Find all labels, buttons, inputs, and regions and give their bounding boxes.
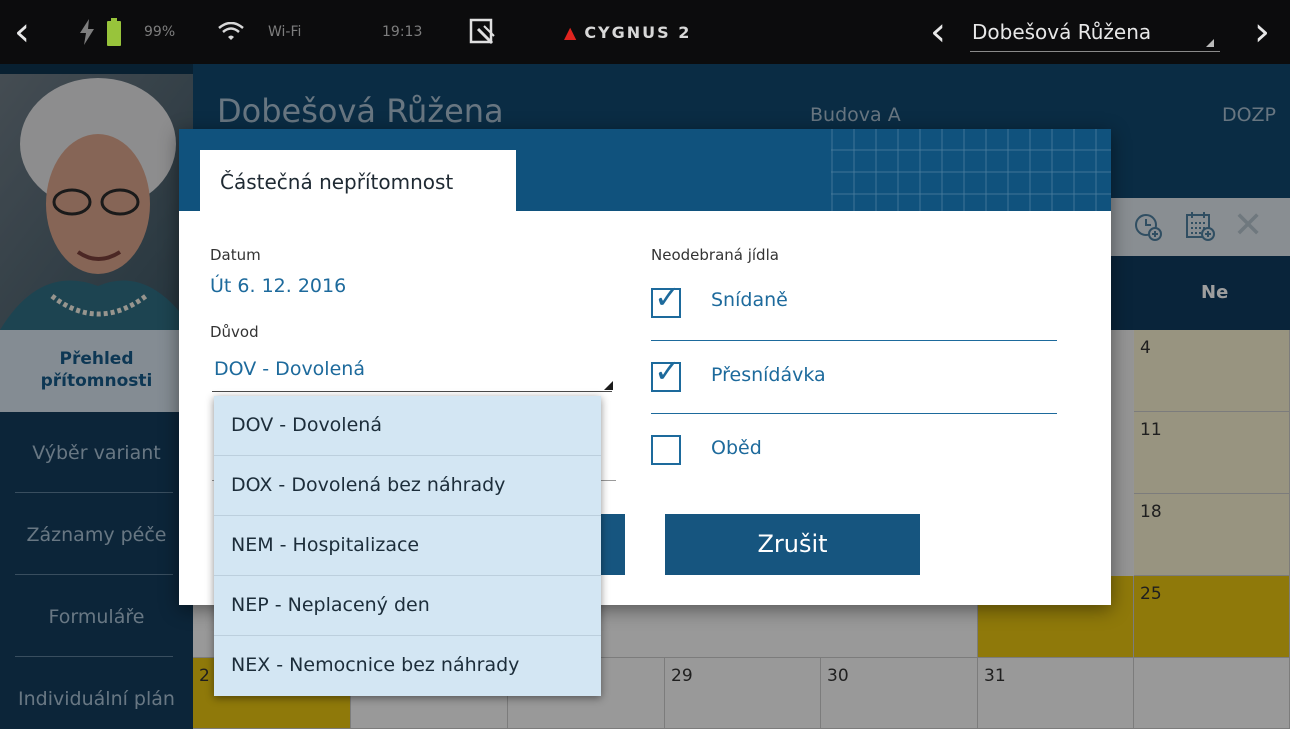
header-pattern (831, 129, 1111, 211)
dropdown-option[interactable]: DOX - Dovolená bez náhrady (214, 456, 601, 516)
top-bar: ‹ 99% Wi-Fi 19:13 ▲ CYGNUS 2 ‹ Dobešová R… (0, 0, 1290, 64)
meals-label: Neodebraná jídla (651, 246, 779, 264)
lunch-label: Oběd (711, 437, 762, 459)
snack-checkbox[interactable]: ✓ (651, 355, 681, 392)
battery-percent: 99% (144, 24, 176, 40)
dropdown-option[interactable]: NEX - Nemocnice bez náhrady (214, 636, 601, 696)
next-patient-chevron-icon[interactable]: › (1254, 0, 1270, 64)
reason-dropdown-list: DOV - Dovolená DOX - Dovolená bez náhrad… (214, 396, 601, 696)
patient-selector-value: Dobešová Růžena (972, 19, 1152, 44)
snack-label: Přesnídávka (711, 364, 826, 386)
dialog-header: Částečná nepřítomnost (179, 129, 1111, 211)
checkmark-icon: ✓ (654, 278, 681, 316)
breakfast-checkbox[interactable]: ✓ (651, 281, 681, 318)
edit-document-icon[interactable] (468, 0, 498, 64)
wifi-label: Wi-Fi (268, 24, 302, 40)
checkmark-icon: ✓ (654, 352, 681, 390)
reason-select-underline (212, 391, 612, 392)
reason-select-value[interactable]: DOV - Dovolená (214, 358, 365, 380)
date-value[interactable]: Út 6. 12. 2016 (210, 275, 346, 297)
lunch-checkbox[interactable] (651, 435, 681, 465)
cancel-button[interactable]: Zrušit (665, 514, 920, 575)
charging-icon (78, 0, 96, 64)
clock-time: 19:13 (382, 24, 423, 40)
wifi-icon (218, 0, 244, 64)
dropdown-option[interactable]: NEM - Hospitalizace (214, 516, 601, 576)
battery-icon (106, 0, 122, 64)
dropdown-option[interactable]: NEP - Neplacený den (214, 576, 601, 636)
logo-text: CYGNUS 2 (584, 22, 692, 42)
meal-divider (651, 413, 1057, 414)
cygnus-logo: ▲ CYGNUS 2 (564, 22, 692, 42)
meal-divider (651, 340, 1057, 341)
dialog-title-tab: Částečná nepřítomnost (200, 150, 516, 211)
date-label: Datum (210, 246, 261, 264)
reason-label: Důvod (210, 323, 259, 341)
breakfast-label: Snídaně (711, 289, 788, 311)
dropdown-corner-icon (1206, 39, 1214, 47)
previous-patient-chevron-icon[interactable]: ‹ (930, 0, 946, 64)
select-corner-icon (604, 381, 613, 390)
back-chevron-icon[interactable]: ‹ (14, 0, 30, 64)
dropdown-option[interactable]: DOV - Dovolená (214, 396, 601, 456)
patient-selector[interactable]: Dobešová Růžena (970, 0, 1220, 64)
